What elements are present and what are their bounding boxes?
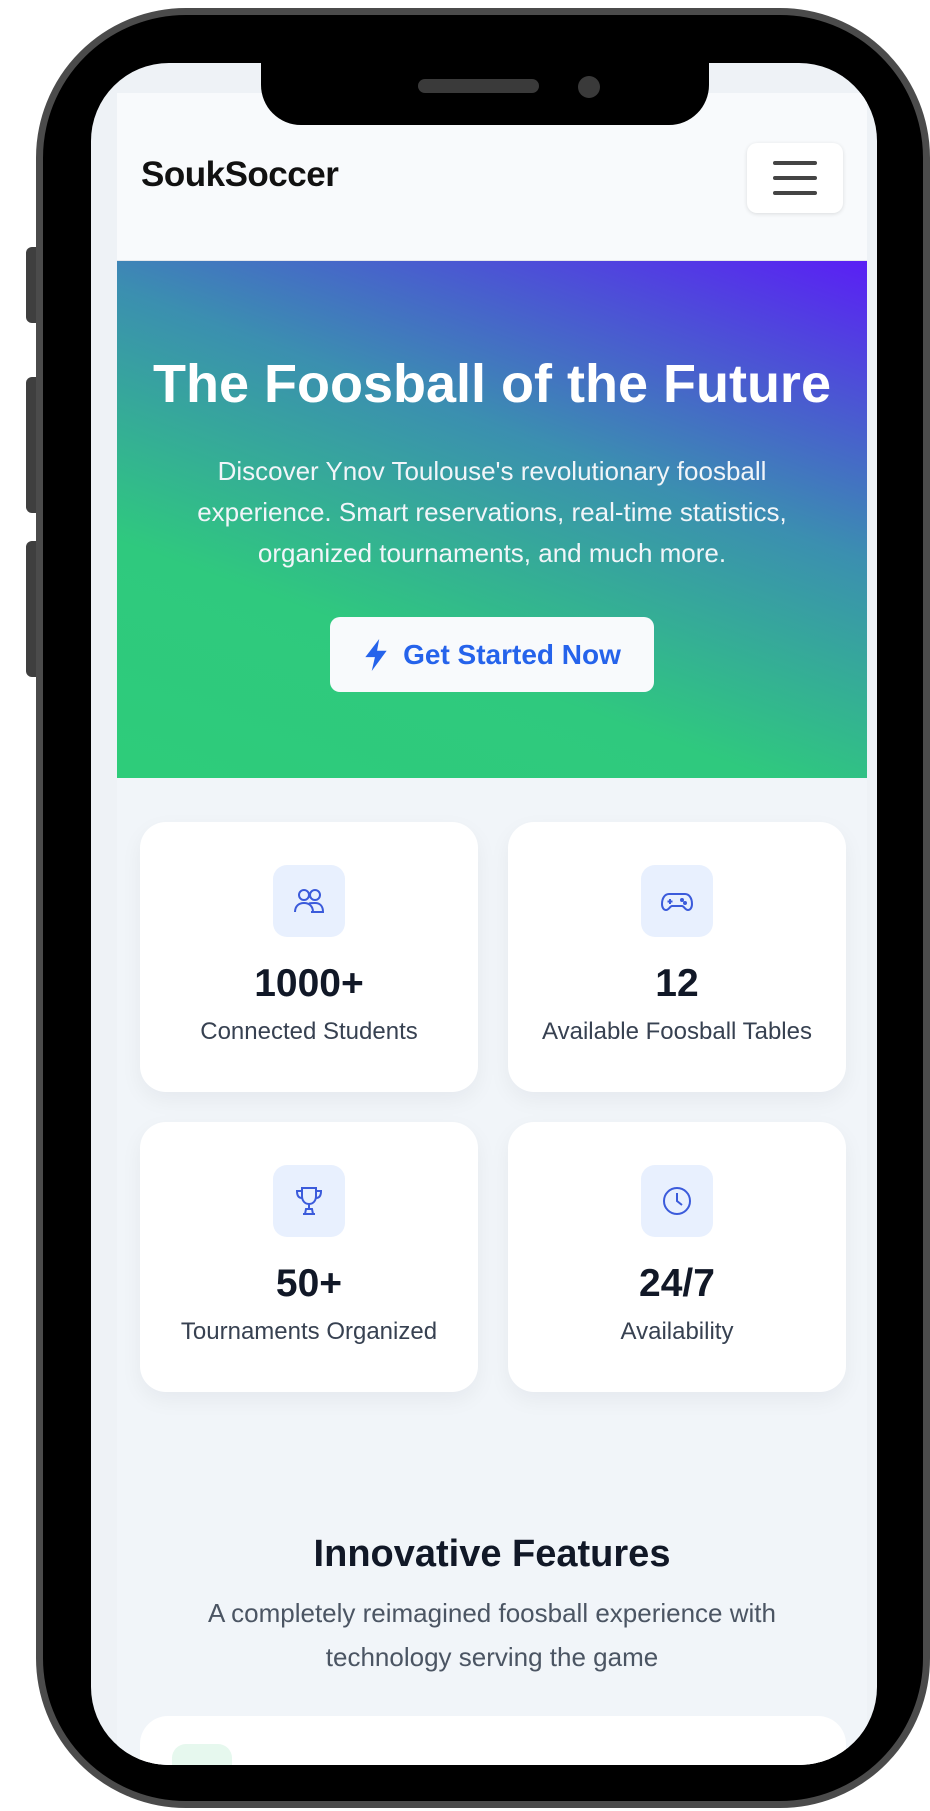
hero-section: The Foosball of the Future Discover Ynov…: [117, 261, 867, 778]
stat-label: Tournaments Organized: [180, 1318, 438, 1345]
trophy-icon: [295, 1187, 323, 1215]
stat-value: 12: [655, 962, 699, 1005]
get-started-label: Get Started Now: [403, 638, 621, 670]
feature-icon: [172, 1744, 232, 1765]
menu-icon-bar: [773, 191, 817, 195]
stat-label: Availability: [620, 1318, 734, 1345]
stat-value: 1000+: [254, 962, 364, 1005]
stat-icon-wrap: [641, 865, 713, 937]
stat-card-students: 1000+ Connected Students: [140, 822, 478, 1092]
phone-screen: SoukSoccer The Foosball of the Future Di…: [91, 63, 877, 1765]
speaker-grille: [418, 79, 539, 93]
lightning-icon: [365, 638, 387, 671]
app-page: SoukSoccer The Foosball of the Future Di…: [117, 93, 867, 1765]
front-camera: [578, 76, 600, 98]
brand-logo[interactable]: SoukSoccer: [141, 155, 339, 195]
stat-value: 24/7: [639, 1262, 715, 1305]
gamepad-icon: [660, 893, 694, 912]
features-title: Innovative Features: [313, 1533, 671, 1575]
menu-icon: [773, 161, 817, 165]
features-subtitle: A completely reimagined foosball experie…: [208, 1598, 776, 1672]
menu-icon-bar: [773, 176, 817, 180]
phone-notch: [261, 63, 709, 125]
stat-value: 50+: [275, 1262, 343, 1305]
stat-card-availability: 24/7 Availability: [508, 1122, 846, 1392]
stat-icon-wrap: [641, 1165, 713, 1237]
stat-label: Available Foosball Tables: [542, 1018, 812, 1045]
hamburger-menu-button[interactable]: [747, 143, 843, 213]
stat-icon-wrap: [273, 1165, 345, 1237]
get-started-button[interactable]: Get Started Now: [330, 617, 654, 692]
users-icon: [294, 889, 325, 913]
hero-subtitle: Discover Ynov Toulouse's revolutionary f…: [197, 456, 787, 568]
stat-card-tables: 12 Available Foosball Tables: [508, 822, 846, 1092]
hero-title: The Foosball of the Future: [153, 354, 831, 414]
feature-card[interactable]: [140, 1716, 846, 1765]
stat-label: Connected Students: [200, 1018, 418, 1045]
stat-card-tournaments: 50+ Tournaments Organized: [140, 1122, 478, 1392]
clock-icon: [663, 1187, 691, 1215]
stat-icon-wrap: [273, 865, 345, 937]
